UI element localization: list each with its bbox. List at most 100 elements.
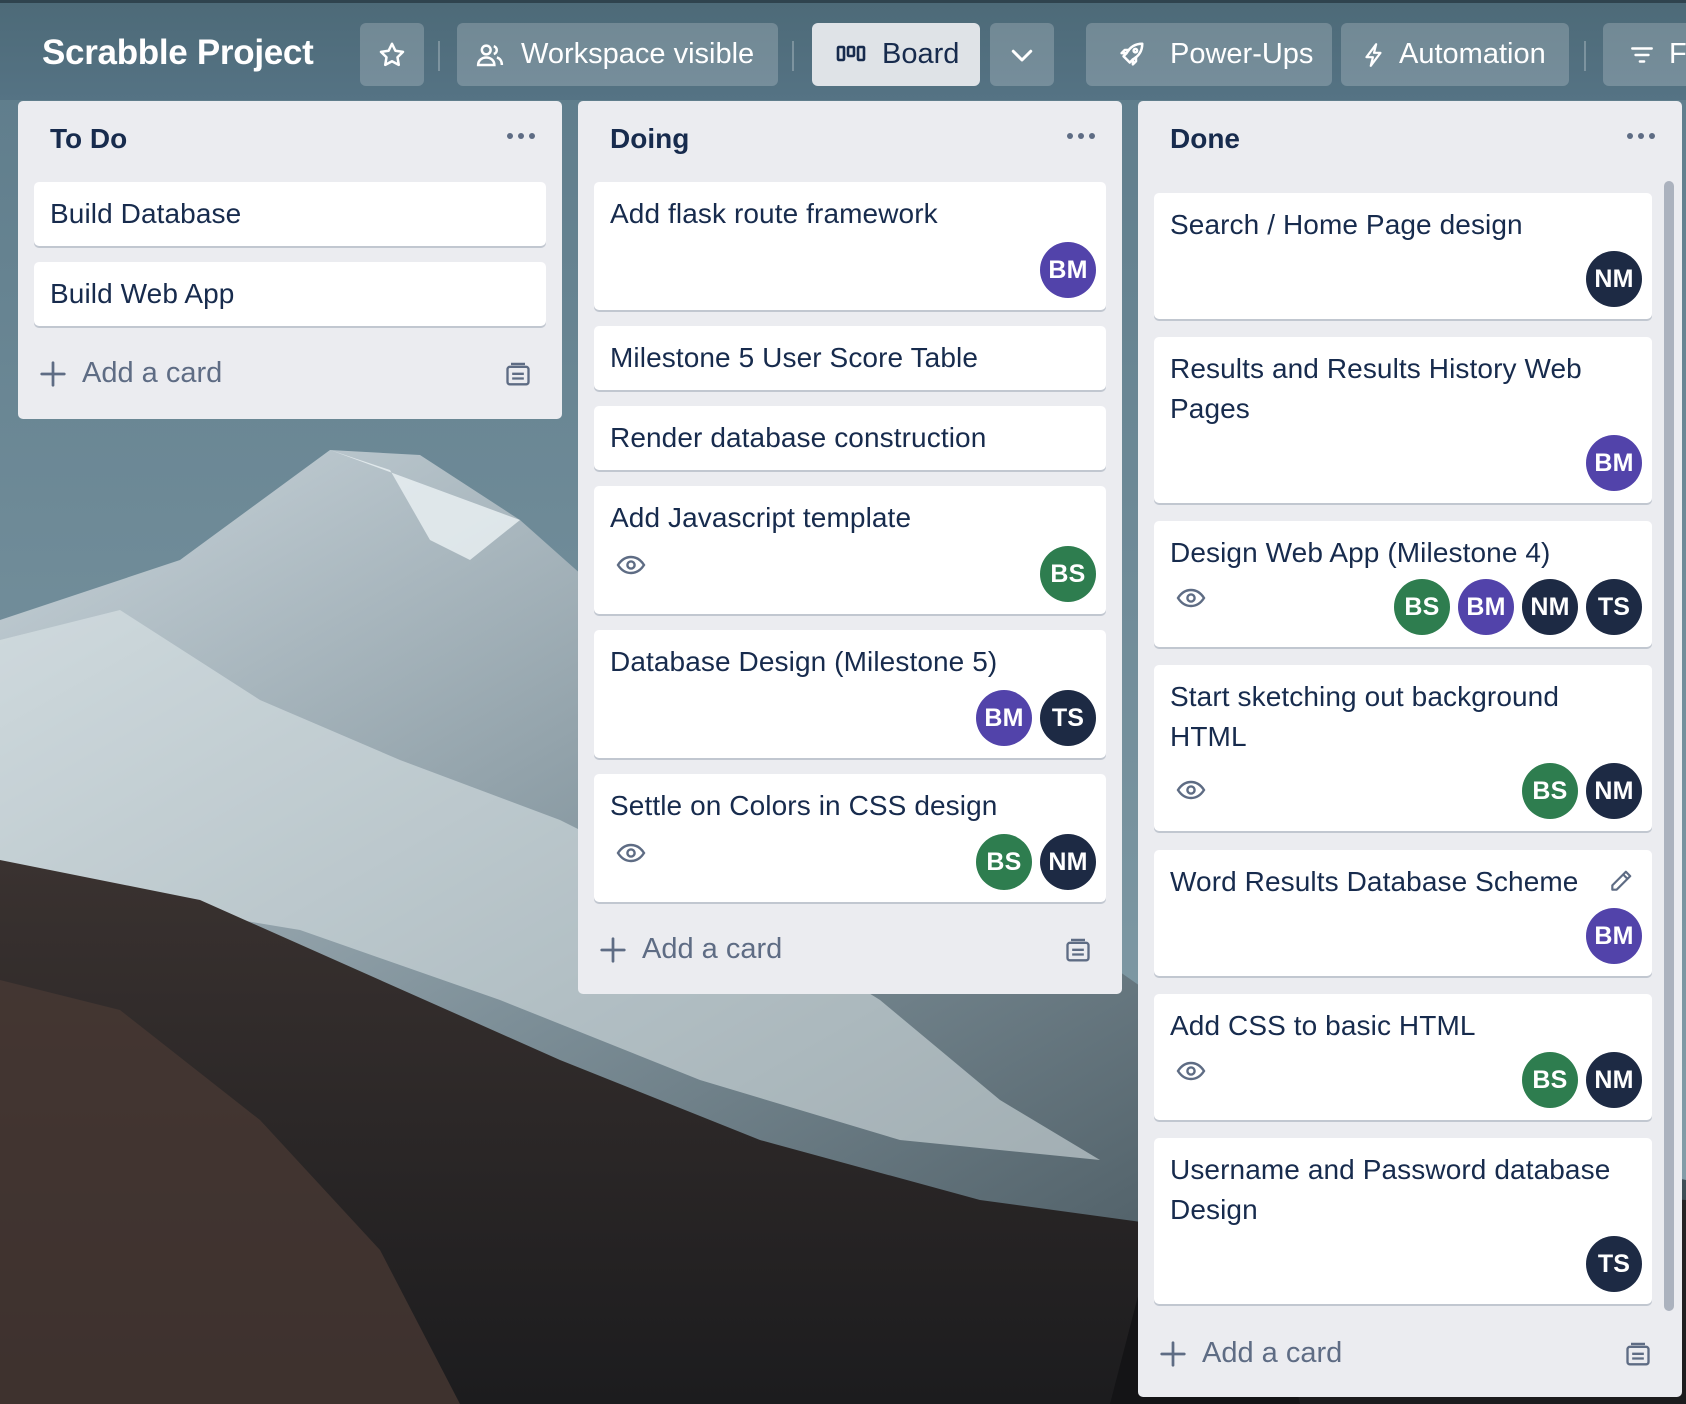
- list-title[interactable]: Doing: [610, 123, 689, 155]
- filter-button[interactable]: F: [1603, 23, 1686, 86]
- view-switcher-dropdown[interactable]: [990, 23, 1054, 86]
- power-ups-label: Power-Ups: [1170, 38, 1314, 70]
- watching-eye-icon: [616, 555, 646, 575]
- card-title: Start sketching out background HTML: [1170, 681, 1560, 752]
- member-avatar-bs[interactable]: BS: [1522, 763, 1578, 819]
- card-members: NM: [1586, 251, 1642, 307]
- watching-eye-icon: [1176, 1061, 1206, 1081]
- list-title[interactable]: Done: [1170, 123, 1240, 155]
- plus-icon: [1160, 1340, 1186, 1367]
- member-avatar-bs[interactable]: BS: [1522, 1052, 1578, 1108]
- card-title: Build Web App: [50, 278, 235, 309]
- edit-pencil-icon[interactable]: [1608, 868, 1634, 894]
- card-members: TS: [1586, 1236, 1642, 1292]
- list-to-do: To Do Build Database Build Web App Add a…: [18, 101, 562, 419]
- card-title: Settle on Colors in CSS design: [610, 790, 998, 821]
- card[interactable]: Design Web App (Milestone 4) BS BM NM TS: [1154, 521, 1652, 647]
- workspace-visibility-button[interactable]: Workspace visible: [457, 23, 778, 86]
- card-title: Database Design (Milestone 5): [610, 646, 998, 677]
- card-title: Add Javascript template: [610, 502, 912, 533]
- create-from-template-icon[interactable]: [1624, 1341, 1652, 1369]
- member-avatar-bm[interactable]: BM: [1586, 908, 1642, 964]
- card[interactable]: Add CSS to basic HTML BS NM: [1154, 994, 1652, 1120]
- header-divider: [1584, 41, 1586, 71]
- rocket-icon: [1120, 42, 1144, 66]
- header-divider: [438, 41, 440, 71]
- board-header: Scrabble Project Workspace visible Board…: [0, 0, 1686, 100]
- card-title: Word Results Database Scheme: [1170, 866, 1579, 897]
- people-icon: [476, 43, 504, 66]
- list-title[interactable]: To Do: [50, 123, 127, 155]
- lightning-icon: [1365, 42, 1382, 67]
- card-title: Build Database: [50, 198, 242, 229]
- member-avatar-bs[interactable]: BS: [1394, 579, 1450, 635]
- card-title: Search / Home Page design: [1170, 209, 1523, 240]
- add-card-label: Add a card: [82, 357, 223, 389]
- member-avatar-bm[interactable]: BM: [1458, 579, 1514, 635]
- add-card-button[interactable]: Add a card: [598, 933, 782, 966]
- list-menu-icon[interactable]: [506, 131, 536, 141]
- card-title: Results and Results History Web Pages: [1170, 353, 1582, 424]
- member-avatar-nm[interactable]: NM: [1586, 763, 1642, 819]
- header-divider: [792, 41, 794, 71]
- chevron-down-icon: [1011, 49, 1033, 61]
- list-menu-icon[interactable]: [1626, 131, 1656, 141]
- card[interactable]: Results and Results History Web Pages BM: [1154, 337, 1652, 503]
- add-card-label: Add a card: [1202, 1337, 1343, 1369]
- list-scrollbar[interactable]: [1664, 181, 1674, 1311]
- workspace-visibility-label: Workspace visible: [521, 38, 755, 70]
- card[interactable]: Build Database: [34, 182, 546, 246]
- card[interactable]: Word Results Database Scheme BM: [1154, 850, 1652, 976]
- card[interactable]: Milestone 5 User Score Table: [594, 326, 1106, 390]
- card-members: BS: [1040, 546, 1096, 602]
- member-avatar-bs[interactable]: BS: [976, 834, 1032, 890]
- card-title: Username and Password database Design: [1170, 1154, 1611, 1225]
- card[interactable]: Build Web App: [34, 262, 546, 326]
- member-avatar-ts[interactable]: TS: [1586, 1236, 1642, 1292]
- card-title: Add CSS to basic HTML: [1170, 1010, 1476, 1041]
- card[interactable]: Add Javascript template BS: [594, 486, 1106, 614]
- add-card-button[interactable]: Add a card: [1158, 1337, 1342, 1370]
- member-avatar-ts[interactable]: TS: [1586, 579, 1642, 635]
- list-menu-icon[interactable]: [1066, 131, 1096, 141]
- card-title: Render database construction: [610, 422, 987, 453]
- member-avatar-nm[interactable]: NM: [1040, 834, 1096, 890]
- card[interactable]: Add flask route framework BM: [594, 182, 1106, 310]
- create-from-template-icon[interactable]: [504, 361, 532, 389]
- star-board-button[interactable]: [360, 23, 424, 86]
- create-from-template-icon[interactable]: [1064, 937, 1092, 965]
- card-title: Add flask route framework: [610, 198, 938, 229]
- card[interactable]: Search / Home Page design NM: [1154, 193, 1652, 319]
- add-card-label: Add a card: [642, 933, 783, 965]
- card-members: BM TS: [976, 690, 1096, 746]
- card[interactable]: Settle on Colors in CSS design BS NM: [594, 774, 1106, 902]
- card-members: BS NM: [976, 834, 1096, 890]
- member-avatar-bm[interactable]: BM: [1040, 242, 1096, 298]
- card-title: Milestone 5 User Score Table: [610, 342, 979, 373]
- member-avatar-nm[interactable]: NM: [1586, 1052, 1642, 1108]
- member-avatar-nm[interactable]: NM: [1522, 579, 1578, 635]
- member-avatar-bm[interactable]: BM: [976, 690, 1032, 746]
- watching-eye-icon: [616, 843, 646, 863]
- automation-button[interactable]: Automation: [1341, 23, 1569, 86]
- list-scrollbar-thumb[interactable]: [1664, 181, 1674, 1311]
- automation-label: Automation: [1399, 38, 1546, 70]
- power-ups-button[interactable]: Power-Ups: [1086, 23, 1332, 86]
- member-avatar-ts[interactable]: TS: [1040, 690, 1096, 746]
- card-members: BS NM: [1522, 763, 1642, 819]
- member-avatar-bs[interactable]: BS: [1040, 546, 1096, 602]
- card[interactable]: Render database construction: [594, 406, 1106, 470]
- star-icon: [379, 42, 405, 66]
- card[interactable]: Database Design (Milestone 5) BM TS: [594, 630, 1106, 758]
- card[interactable]: Start sketching out background HTML BS N…: [1154, 665, 1652, 831]
- card-members: BM: [1586, 908, 1642, 964]
- board-view-button[interactable]: Board: [812, 23, 980, 86]
- board-title[interactable]: Scrabble Project: [42, 33, 314, 73]
- plus-icon: [40, 360, 66, 387]
- add-card-button[interactable]: Add a card: [38, 357, 222, 390]
- board-view-label: Board: [882, 38, 960, 70]
- card-members: BS BM NM TS: [1394, 579, 1642, 635]
- card[interactable]: Username and Password database Design TS: [1154, 1138, 1652, 1304]
- member-avatar-nm[interactable]: NM: [1586, 251, 1642, 307]
- member-avatar-bm[interactable]: BM: [1586, 435, 1642, 491]
